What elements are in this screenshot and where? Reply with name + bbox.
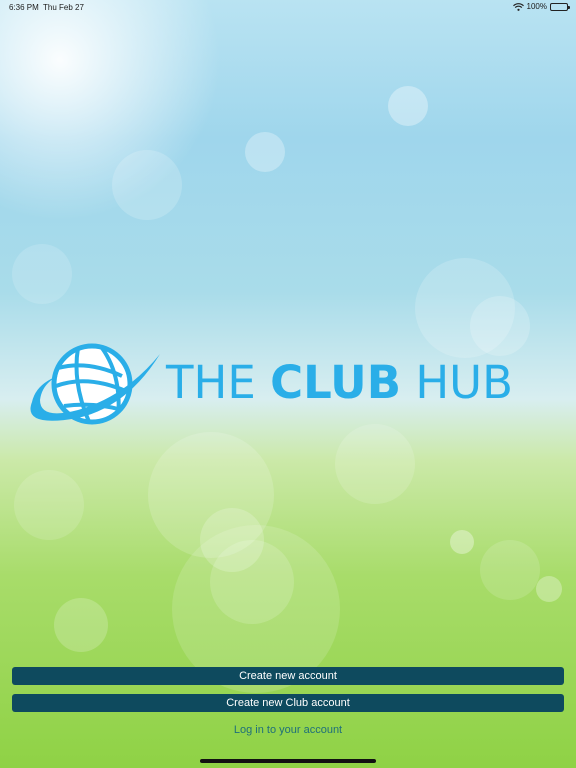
bokeh-decoration	[245, 132, 285, 172]
bokeh-decoration	[14, 470, 84, 540]
bokeh-decoration	[480, 540, 540, 600]
status-time: 6:36 PM	[9, 3, 39, 12]
bokeh-decoration	[335, 424, 415, 504]
bokeh-decoration	[415, 258, 515, 358]
battery-icon	[550, 2, 570, 11]
bokeh-decoration	[148, 432, 274, 558]
login-link[interactable]: Log in to your account	[0, 724, 576, 736]
bokeh-decoration	[12, 244, 72, 304]
battery-percentage: 100%	[526, 2, 547, 11]
bokeh-decoration	[112, 150, 182, 220]
logo-word-club: CLUB	[270, 356, 402, 409]
status-bar: 6:36 PM Thu Feb 27 100%	[0, 0, 576, 14]
status-date: Thu Feb 27	[43, 3, 84, 12]
bokeh-decoration	[54, 598, 108, 652]
logo-wordmark: THE CLUB HUB	[166, 356, 513, 409]
home-indicator[interactable]	[200, 759, 376, 763]
status-indicators: 100%	[512, 2, 570, 11]
logo-word-hub: HUB	[415, 356, 513, 409]
logo-word-the: THE	[166, 356, 256, 409]
wifi-icon	[512, 2, 524, 11]
volleyball-icon	[30, 343, 160, 425]
bokeh-decoration	[536, 576, 562, 602]
create-club-account-button[interactable]: Create new Club account	[12, 694, 564, 712]
club-hub-logo: THE CLUB HUB	[18, 340, 513, 430]
bokeh-decoration	[388, 86, 428, 126]
bokeh-decoration	[450, 530, 474, 554]
bokeh-decoration	[210, 540, 294, 624]
create-account-button[interactable]: Create new account	[12, 667, 564, 685]
bokeh-decoration	[470, 296, 530, 356]
bokeh-decoration	[200, 508, 264, 572]
